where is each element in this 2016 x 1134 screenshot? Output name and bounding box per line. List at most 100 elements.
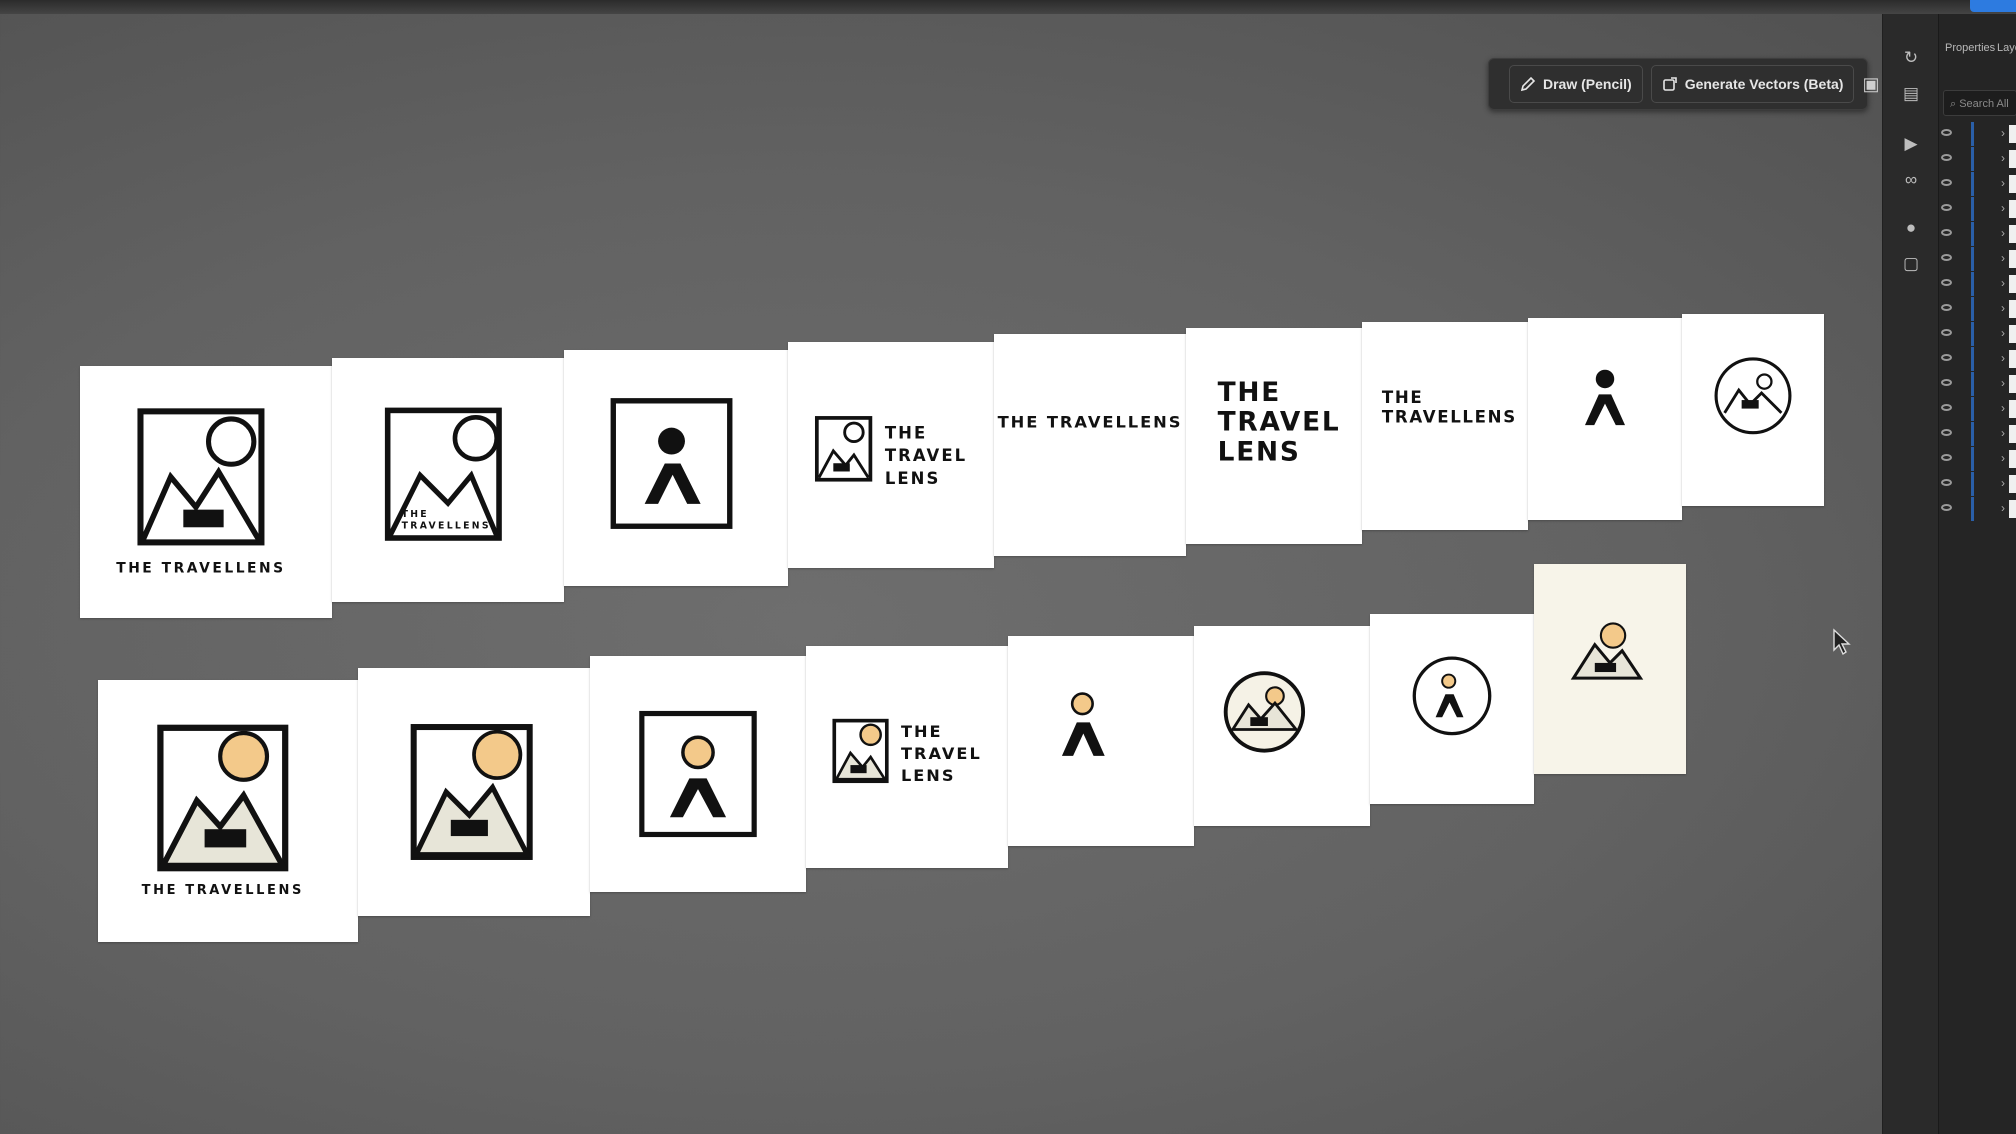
visibility-eye-icon[interactable] [1941,429,1952,436]
layer-thumbnail [2009,175,2016,193]
layer-row[interactable]: › [1939,397,2016,421]
layer-row[interactable]: › [1939,197,2016,221]
chevron-right-icon[interactable]: › [2001,401,2005,415]
artboard-r2-2[interactable] [358,668,590,916]
caption-text: THE TRAVELLENS [116,561,285,577]
visibility-eye-icon[interactable] [1941,404,1952,411]
tab-layers[interactable]: Laye [1997,42,2016,54]
layer-color-bar [1971,447,1974,471]
layer-color-bar [1971,397,1974,421]
layer-row[interactable]: › [1939,247,2016,271]
link-icon[interactable]: ∞ [1901,170,1921,190]
layer-color-bar [1971,422,1974,446]
layer-color-bar [1971,297,1974,321]
visibility-eye-icon[interactable] [1941,154,1952,161]
artboard-r1-8[interactable] [1528,318,1682,520]
layer-row[interactable]: › [1939,222,2016,246]
layer-color-bar [1971,322,1974,346]
visibility-eye-icon[interactable] [1941,179,1952,186]
history-icon[interactable]: ↻ [1901,48,1921,68]
artboard-r1-2[interactable]: THE TRAVELLENS [332,358,564,602]
brush-icon[interactable]: ● [1901,218,1921,238]
artboard-r1-6[interactable]: THE TRAVEL LENS [1186,328,1362,544]
chevron-right-icon[interactable]: › [2001,501,2005,515]
layers-search-input[interactable]: ⌕ Search All [1943,90,2016,116]
chevron-right-icon[interactable]: › [2001,351,2005,365]
draw-pencil-label: Draw (Pencil) [1543,76,1632,92]
layer-row[interactable]: › [1939,172,2016,196]
artboard-r2-5[interactable] [1008,636,1194,846]
chevron-right-icon[interactable]: › [2001,326,2005,340]
artboard-r1-1[interactable]: THE TRAVELLENS [80,366,332,618]
visibility-eye-icon[interactable] [1941,304,1952,311]
options-icon[interactable]: ▣ [1862,72,1879,96]
layer-thumbnail [2009,250,2016,268]
visibility-eye-icon[interactable] [1941,279,1952,286]
visibility-eye-icon[interactable] [1941,354,1952,361]
chevron-right-icon[interactable]: › [2001,151,2005,165]
wordmark-line1: THE [885,424,927,443]
chevron-right-icon[interactable]: › [2001,451,2005,465]
layer-color-bar [1971,372,1974,396]
wordmark-line1: THE [901,722,943,741]
chevron-right-icon[interactable]: › [2001,301,2005,315]
visibility-eye-icon[interactable] [1941,129,1952,136]
wordmark-line2: TRAVEL [901,744,982,763]
layer-thumbnail [2009,225,2016,243]
visibility-eye-icon[interactable] [1941,204,1952,211]
artboard-r2-3[interactable] [590,656,806,892]
wordmark-line2: TRAVEL [1218,407,1341,438]
generate-vectors-button[interactable]: Generate Vectors (Beta) [1650,65,1855,103]
layer-color-bar [1971,497,1974,521]
layer-row[interactable]: › [1939,497,2016,521]
visibility-eye-icon[interactable] [1941,379,1952,386]
layer-row[interactable]: › [1939,322,2016,346]
visibility-eye-icon[interactable] [1941,229,1952,236]
layer-row[interactable]: › [1939,447,2016,471]
visibility-eye-icon[interactable] [1941,454,1952,461]
chevron-right-icon[interactable]: › [2001,426,2005,440]
artboard-r1-3[interactable] [564,350,788,586]
artboard-r2-4[interactable]: THE TRAVEL LENS [806,646,1008,868]
layer-color-bar [1971,272,1974,296]
tab-properties[interactable]: Properties [1945,42,1995,54]
chevron-right-icon[interactable]: › [2001,476,2005,490]
layer-thumbnail [2009,300,2016,318]
mouse-cursor-icon [1833,628,1851,656]
layer-row[interactable]: › [1939,147,2016,171]
artboard-r1-5[interactable]: THE TRAVELLENS [994,334,1186,556]
artboard-r2-6[interactable] [1194,626,1370,826]
artboard-r1-4[interactable]: THE TRAVEL LENS [788,342,994,568]
layer-row[interactable]: › [1939,372,2016,396]
artboard-r1-7[interactable]: THE TRAVELLENS [1362,322,1528,530]
layer-row[interactable]: › [1939,272,2016,296]
visibility-eye-icon[interactable] [1941,254,1952,261]
chevron-right-icon[interactable]: › [2001,376,2005,390]
play-icon[interactable]: ▶ [1901,134,1921,154]
share-button[interactable] [1970,0,2016,12]
visibility-eye-icon[interactable] [1941,504,1952,511]
chevron-right-icon[interactable]: › [2001,251,2005,265]
chevron-right-icon[interactable]: › [2001,276,2005,290]
layer-color-bar [1971,147,1974,171]
visibility-eye-icon[interactable] [1941,329,1952,336]
layer-thumbnail [2009,200,2016,218]
layer-row[interactable]: › [1939,472,2016,496]
chevron-right-icon[interactable]: › [2001,201,2005,215]
chevron-right-icon[interactable]: › [2001,226,2005,240]
artboard-r1-9[interactable] [1682,314,1824,506]
chevron-right-icon[interactable]: › [2001,126,2005,140]
layer-row[interactable]: › [1939,347,2016,371]
artboard-icon[interactable]: ▢ [1901,254,1921,274]
document-icon[interactable]: ▤ [1901,84,1921,104]
wordmark-text: THE TRAVELLENS [998,413,1183,432]
artboard-r2-1[interactable]: THE TRAVELLENS [98,680,358,942]
layer-row[interactable]: › [1939,422,2016,446]
layer-row[interactable]: › [1939,297,2016,321]
visibility-eye-icon[interactable] [1941,479,1952,486]
layer-row[interactable]: › [1939,122,2016,146]
draw-pencil-button[interactable]: Draw (Pencil) [1509,65,1643,103]
artboard-r2-7[interactable] [1370,614,1534,804]
artboard-r2-8[interactable] [1534,564,1686,774]
chevron-right-icon[interactable]: › [2001,176,2005,190]
